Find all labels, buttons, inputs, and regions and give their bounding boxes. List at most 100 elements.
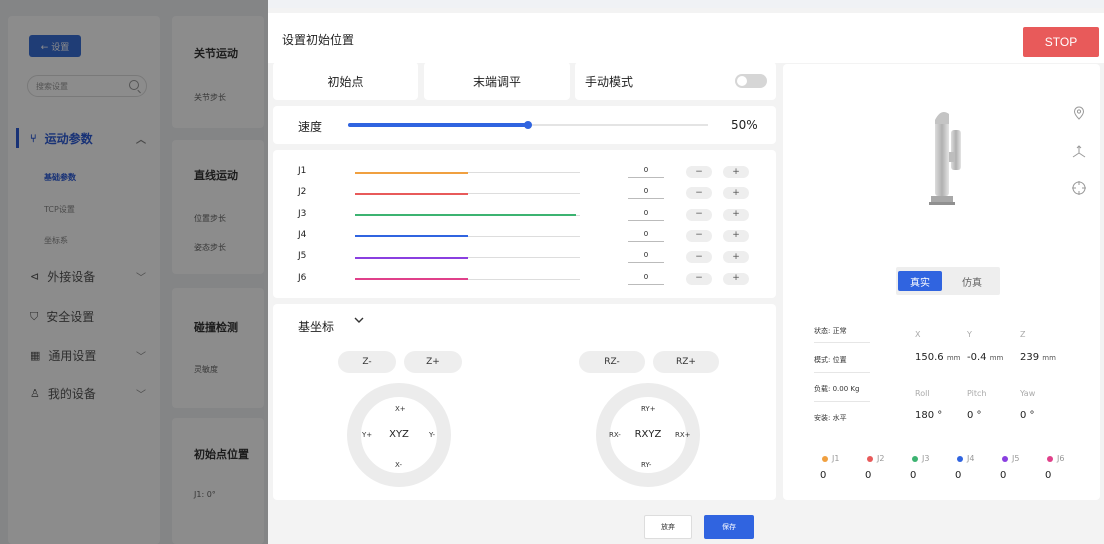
save-button[interactable]: 保存: [704, 515, 754, 539]
speed-slider-fill: [348, 123, 528, 127]
view-mode-real[interactable]: 真实: [898, 271, 942, 291]
joint-decrement-button[interactable]: −: [686, 166, 712, 178]
dialog-title: 设置初始位置: [282, 33, 355, 47]
joint-slider[interactable]: [355, 214, 580, 217]
joint-legend-label: J2: [877, 454, 885, 463]
joint-sliders-panel: J1 0− + J2 0− + J3 0− + J4 0− + J5 0− + J6 0− +: [273, 150, 776, 298]
y-value: -0.4: [967, 352, 987, 363]
y-unit: mm: [989, 354, 1004, 362]
divider: [814, 372, 870, 373]
joint-value-input[interactable]: 0: [628, 187, 664, 200]
joint-slider[interactable]: [355, 256, 580, 259]
ry-minus-button[interactable]: RY-: [641, 461, 651, 469]
joint-label: J5: [298, 251, 307, 262]
yaw-label: Yaw: [1020, 389, 1036, 398]
axes-icon[interactable]: [1071, 144, 1087, 160]
robot-arm-model: [929, 112, 961, 205]
joint-legend-j6: J6: [1047, 454, 1064, 463]
joint-decrement-button[interactable]: −: [686, 208, 712, 221]
joint-slider-fill: [355, 256, 468, 259]
z-unit: mm: [1042, 354, 1056, 362]
joint-value-input[interactable]: 0: [628, 209, 664, 221]
cancel-button[interactable]: 放弃: [644, 515, 692, 539]
x-minus-button[interactable]: X-: [395, 461, 402, 469]
joint-color-dot: [822, 455, 828, 462]
manual-mode-label: 手动模式: [585, 74, 634, 89]
stop-button[interactable]: STOP: [1023, 27, 1099, 57]
coordinate-system-select[interactable]: 基坐标: [298, 318, 334, 335]
location-pin-icon[interactable]: [1073, 106, 1085, 120]
joint-increment-button[interactable]: +: [723, 272, 749, 285]
tab-home-point[interactable]: 初始点: [273, 62, 418, 100]
joint-legend-j4: J4: [957, 454, 974, 463]
rxyz-jog-center-label: RXYZ: [634, 429, 662, 440]
speed-slider-thumb[interactable]: [524, 121, 532, 129]
joint-label: J3: [298, 208, 307, 219]
coordinate-jog-panel: 基坐标 Z- Z+ X+ X- Y+ Y- XYZ RZ- RZ+ RY+ RY…: [273, 304, 776, 500]
speed-panel: 速度 50%: [273, 106, 776, 144]
joint-value-input[interactable]: 0: [628, 166, 664, 178]
joint-slider[interactable]: [355, 192, 580, 195]
joint-row-j2: J2 0 − +: [273, 187, 776, 201]
yaw-value: 0 °: [1020, 410, 1035, 421]
home-position-dialog: 设置初始位置 STOP 初始点 末端调平 手动模式 速度 50% J1 0− + J2…: [268, 8, 1104, 544]
joint-slider[interactable]: [355, 171, 580, 174]
joint-angle-value: 0: [1045, 470, 1052, 481]
robot-status-panel: 真实 仿真 状态: 正常 模式: 位置 负载: 0.00 Kg 安装: 水平 X…: [783, 64, 1100, 500]
z-position-value: 239 mm: [1020, 352, 1056, 363]
joint-increment-button[interactable]: +: [723, 229, 749, 242]
roll-label: Roll: [915, 389, 930, 398]
joint-value-input[interactable]: 0: [628, 251, 664, 264]
x-position-value: 150.6 mm: [915, 352, 960, 363]
joint-color-dot: [912, 455, 918, 462]
view-mode-sim[interactable]: 仿真: [950, 271, 994, 291]
joint-increment-button[interactable]: +: [723, 187, 749, 200]
rz-plus-button[interactable]: RZ+: [653, 351, 719, 373]
joint-decrement-button[interactable]: −: [686, 187, 712, 200]
joint-slider[interactable]: [355, 278, 580, 280]
status-mode: 模式: 位置: [814, 356, 847, 364]
joint-decrement-button[interactable]: −: [686, 272, 712, 285]
x-plus-button[interactable]: X+: [395, 405, 406, 413]
joint-label: J1: [298, 166, 307, 176]
crosshair-icon[interactable]: [1071, 180, 1087, 196]
joint-row-j5: J5 0 − +: [273, 251, 776, 265]
speed-value: 50%: [731, 118, 758, 132]
joint-legend-label: J5: [1012, 454, 1020, 463]
joint-color-dot: [1002, 455, 1008, 462]
joint-label: J2: [298, 187, 307, 198]
joint-angle-value: 0: [865, 470, 872, 481]
pitch-label: Pitch: [967, 389, 987, 398]
speed-slider[interactable]: [348, 121, 708, 129]
ry-plus-button[interactable]: RY+: [641, 405, 656, 413]
joint-label: J6: [298, 272, 307, 283]
joint-value-input[interactable]: 0: [628, 230, 664, 242]
joint-decrement-button[interactable]: −: [686, 251, 712, 264]
dialog-header: 设置初始位置 STOP: [268, 13, 1104, 63]
manual-mode-toggle[interactable]: [735, 74, 767, 88]
modal-overlay[interactable]: [0, 0, 268, 544]
divider: [814, 342, 870, 343]
joint-slider[interactable]: [355, 235, 580, 238]
joint-decrement-button[interactable]: −: [686, 229, 712, 242]
joint-angle-value: 0: [820, 470, 827, 481]
joint-slider-fill: [355, 214, 576, 217]
joint-row-j3: J3 0 − +: [273, 208, 776, 223]
chevron-down-icon[interactable]: [353, 314, 365, 326]
xyz-jog-pad[interactable]: X+ X- Y+ Y- XYZ: [347, 383, 451, 487]
joint-legend-label: J3: [922, 454, 930, 463]
pitch-value: 0 °: [967, 410, 982, 421]
rz-minus-button[interactable]: RZ-: [579, 351, 645, 373]
joint-legend-label: J6: [1057, 454, 1065, 463]
joint-value-input[interactable]: 0: [628, 273, 664, 285]
tab-end-leveling[interactable]: 末端调平: [424, 62, 570, 100]
joint-increment-button[interactable]: +: [723, 208, 749, 221]
joint-increment-button[interactable]: +: [723, 251, 749, 264]
joint-increment-button[interactable]: +: [723, 166, 749, 178]
rxyz-jog-pad[interactable]: RY+ RY- RX- RX+ RXYZ: [596, 383, 700, 487]
y-position-value: -0.4 mm: [967, 352, 1003, 363]
y-axis-label: Y: [967, 330, 972, 339]
z-minus-button[interactable]: Z-: [338, 351, 396, 373]
z-plus-button[interactable]: Z+: [404, 351, 462, 373]
joint-legend-label: J4: [967, 454, 975, 463]
